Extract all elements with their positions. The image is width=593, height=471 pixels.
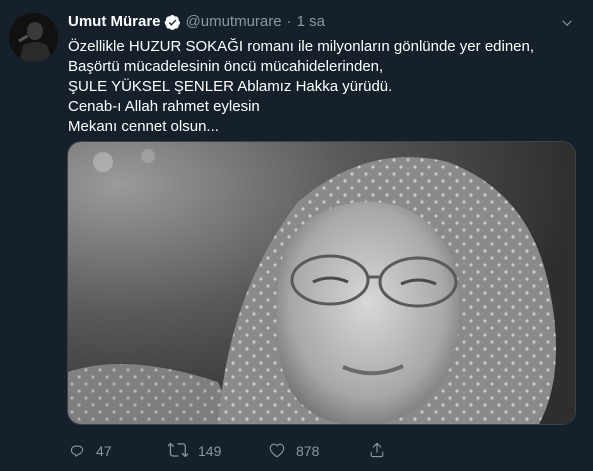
tweet-photo[interactable] xyxy=(67,141,576,425)
tweet-text: Özellikle HUZUR SOKAĞI romanı ile milyon… xyxy=(68,37,581,137)
share-button[interactable] xyxy=(368,441,386,462)
tweet-header: Umut Mürare @umutmurare · 1 sa xyxy=(68,12,581,32)
avatar-image xyxy=(9,13,58,62)
verified-badge-icon xyxy=(164,14,181,31)
tweet-text-line: Başörtü mücadelesinin öncü mücahidelerin… xyxy=(68,58,384,75)
tweet-actions: 47 149 878 xyxy=(68,439,386,463)
tweet-text-line: Özellikle HUZUR SOKAĞI romanı ile milyon… xyxy=(68,38,535,55)
avatar[interactable] xyxy=(9,13,58,62)
tweet-text-line: Cenab-ı Allah rahmet eylesin xyxy=(68,98,260,115)
chevron-down-icon[interactable] xyxy=(557,14,577,34)
retweet-count: 149 xyxy=(198,443,222,459)
share-icon xyxy=(368,441,386,462)
reply-button[interactable]: 47 xyxy=(68,441,168,462)
tweet-card[interactable]: Umut Mürare @umutmurare · 1 sa Özellikle… xyxy=(0,0,593,471)
tweet-text-line: Mekanı cennet olsun... xyxy=(68,118,219,135)
reply-icon xyxy=(68,441,86,462)
tweet-content: Umut Mürare @umutmurare · 1 sa Özellikle… xyxy=(68,12,581,137)
author-handle[interactable]: @umutmurare xyxy=(186,12,282,32)
separator-dot: · xyxy=(286,13,292,30)
like-count: 878 xyxy=(296,443,320,459)
author-name[interactable]: Umut Mürare xyxy=(68,12,161,32)
reply-count: 47 xyxy=(96,443,112,459)
heart-icon xyxy=(268,441,286,462)
portrait-image xyxy=(68,142,575,424)
like-button[interactable]: 878 xyxy=(268,441,368,462)
tweet-time[interactable]: 1 sa xyxy=(297,12,325,32)
tweet-text-line: ŞULE YÜKSEL ŞENLER Ablamız Hakka yürüdü. xyxy=(68,78,393,95)
retweet-button[interactable]: 149 xyxy=(166,440,268,463)
retweet-icon xyxy=(166,440,189,463)
